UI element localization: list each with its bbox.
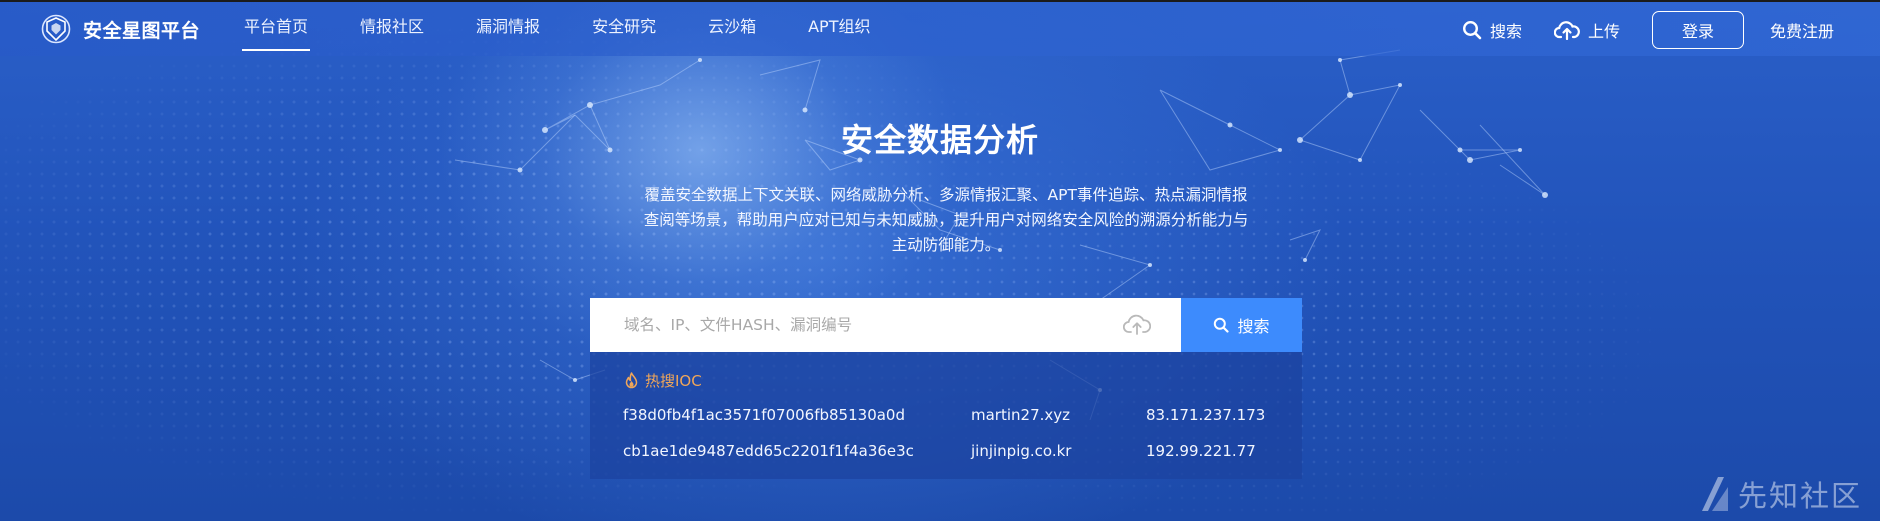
ioc-row: cb1ae1de9487edd65c2201f1f4a36e3c jinjinp… [590, 442, 1302, 466]
search-button-label: 搜索 [1237, 317, 1270, 336]
nav-upload-button[interactable]: 上传 [1553, 18, 1620, 42]
nav-item-home[interactable]: 平台首页 [242, 1, 311, 57]
search-icon [1214, 317, 1230, 333]
nav-search-button[interactable]: 搜索 [1462, 18, 1522, 42]
watermark-logo-icon [1701, 477, 1728, 511]
watermark: 先知社区 [1698, 473, 1862, 515]
nav-item-apt-groups[interactable]: APT组织 [808, 1, 870, 57]
hot-ioc-title: 热搜IOC [645, 372, 702, 390]
ioc-hash[interactable]: cb1ae1de9487edd65c2201f1f4a36e3c [623, 442, 914, 460]
nav-item-vuln-intel[interactable]: 漏洞情报 [476, 1, 540, 57]
search-button[interactable]: 搜索 [1181, 298, 1302, 352]
nav-actions: 搜索 上传 登录 免费注册 [1462, 2, 1880, 58]
login-button[interactable]: 登录 [1651, 11, 1744, 49]
ioc-hash[interactable]: f38d0fb4f1ac3571f07006fb85130a0d [623, 406, 905, 424]
watermark-text: 先知社区 [1737, 479, 1862, 513]
top-navbar: 安全星图平台 平台首页 情报社区 漏洞情报 安全研究 云沙箱 APT组织 搜索 … [0, 0, 1880, 56]
nav-item-security-research[interactable]: 安全研究 [592, 1, 656, 57]
hot-ioc-panel: 热搜IOC f38d0fb4f1ac3571f07006fb85130a0d m… [590, 352, 1302, 479]
register-link[interactable]: 免费注册 [1770, 18, 1834, 42]
hot-ioc-header: 热搜IOC [624, 370, 702, 391]
logo-icon [41, 14, 71, 44]
ioc-row: f38d0fb4f1ac3571f07006fb85130a0d martin2… [590, 406, 1302, 430]
nav-item-intel-community[interactable]: 情报社区 [360, 1, 424, 57]
hero-title: 安全数据分析 [840, 121, 1039, 159]
search-bar: 搜索 [590, 298, 1302, 352]
ioc-domain[interactable]: jinjinpig.co.kr [971, 442, 1071, 460]
ioc-domain[interactable]: martin27.xyz [971, 406, 1070, 424]
file-upload-icon[interactable] [1123, 312, 1151, 336]
ioc-ip[interactable]: 83.171.237.173 [1146, 406, 1265, 424]
ioc-ip[interactable]: 192.99.221.77 [1146, 442, 1256, 460]
search-box [590, 298, 1181, 352]
hero-description: 覆盖安全数据上下文关联、网络威胁分析、多源情报汇聚、APT事件追踪、热点漏洞情报… [643, 186, 1249, 254]
main-nav: 平台首页 情报社区 漏洞情报 安全研究 云沙箱 APT组织 [242, 1, 922, 57]
fire-icon [625, 372, 638, 389]
search-icon [1462, 20, 1482, 40]
brand-logo[interactable]: 安全星图平台 [40, 13, 200, 45]
upload-cloud-icon [1553, 21, 1580, 40]
brand-name: 安全星图平台 [83, 19, 201, 42]
nav-item-cloud-sandbox[interactable]: 云沙箱 [708, 1, 756, 57]
nav-search-label: 搜索 [1489, 22, 1522, 41]
nav-upload-label: 上传 [1587, 22, 1620, 41]
search-input[interactable] [590, 298, 1090, 352]
